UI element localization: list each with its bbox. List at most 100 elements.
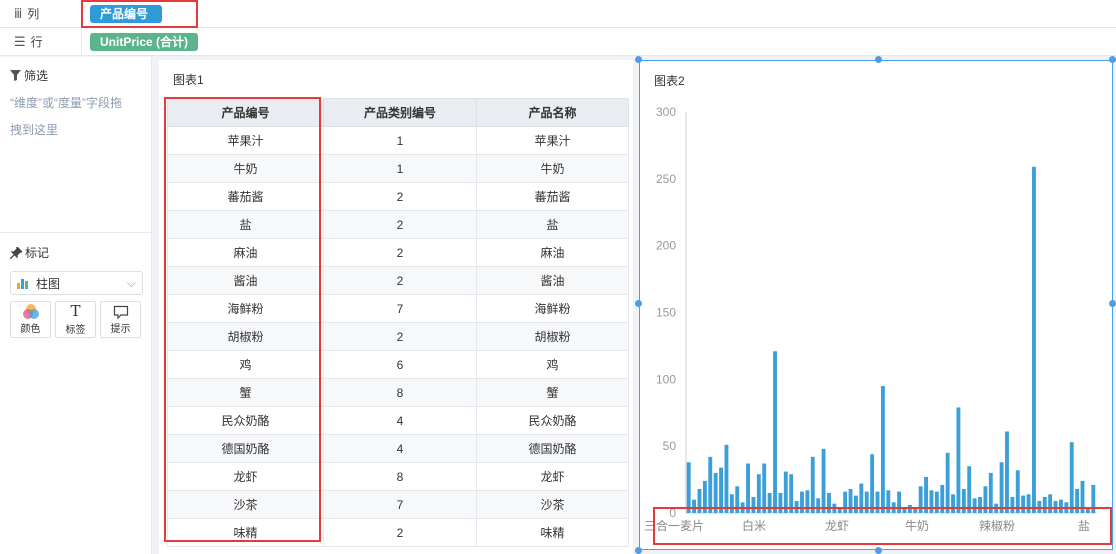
table-row: 民众奶酪 4 民众奶酪 [167, 406, 629, 435]
bar [929, 490, 934, 513]
cell-product-id: 鸡 [167, 350, 324, 379]
cell-product-name: 海鲜粉 [476, 294, 629, 323]
cell-product-name: 沙茶 [476, 490, 629, 519]
cell-category-id: 2 [323, 210, 477, 239]
rows-shelf-label: ☰ 行 [0, 28, 82, 55]
marks-section: 标记 柱图 ⌵ 颜色 T 标签 提示 [0, 240, 152, 338]
y-tick-label: 200 [656, 239, 676, 253]
bar [897, 491, 902, 513]
bar [988, 472, 993, 513]
cell-product-id: 蟹 [167, 378, 324, 407]
product-table: 产品编号 产品类别编号 产品名称 苹果汁 1 苹果汁 牛奶 1 牛奶 蕃茄酱 2 蕃茄酱盐 2 盐麻… [167, 98, 629, 547]
cell-category-id: 7 [323, 490, 477, 519]
app: { "shelves": { "columns": { "icon": "bar… [0, 0, 1116, 554]
cell-product-name: 蕃茄酱 [476, 182, 629, 211]
table-row: 龙虾 8 龙虾 [167, 462, 629, 491]
panel-divider [0, 232, 152, 233]
table-row: 蕃茄酱 2 蕃茄酱 [167, 182, 629, 211]
cell-category-id: 2 [323, 182, 477, 211]
bar [848, 488, 853, 513]
resize-handle-top-left[interactable] [635, 56, 642, 63]
resize-handle-bottom-left[interactable] [635, 547, 642, 554]
bar [789, 474, 794, 513]
filter-title: 筛选 [24, 69, 49, 83]
resize-handle-left[interactable] [635, 300, 642, 307]
bar [961, 488, 966, 513]
table-row: 苹果汁 1 苹果汁 [167, 126, 629, 155]
bar [886, 490, 891, 513]
x-tick-label: 辣椒粉 [979, 519, 1015, 533]
bar [1048, 494, 1053, 513]
bar [1021, 495, 1026, 513]
bar [994, 503, 999, 513]
bar [821, 448, 826, 513]
resize-handle-top-right[interactable] [1109, 56, 1116, 63]
cell-category-id: 2 [323, 322, 477, 351]
marks-title: 标记 [25, 246, 50, 260]
chart2-card[interactable]: 图表2 0 50 100 150 200 250 300 三合一麦片 白米 龙虾 牛奶 辣椒粉盐 [639, 60, 1113, 550]
table-row: 麻油 2 麻油 [167, 238, 629, 267]
bar [1069, 442, 1074, 513]
column-field-pill[interactable]: 产品编号 [90, 4, 162, 23]
label-button[interactable]: T 标签 [55, 301, 96, 338]
cell-product-name: 苹果汁 [476, 126, 629, 155]
bar [1080, 480, 1085, 513]
color-circles-icon [22, 304, 39, 319]
left-panel: 筛选 “维度”或“度量”字段拖拽到这里 标记 柱图 ⌵ 颜色 T 标签 提示 [0, 57, 152, 554]
cell-product-name: 胡椒粉 [476, 322, 629, 351]
cell-product-name: 德国奶酪 [476, 434, 629, 463]
cell-product-id: 海鲜粉 [167, 294, 324, 323]
bar-chart-icon [17, 279, 28, 289]
bar [692, 499, 697, 513]
row-field-pill[interactable]: UnitPrice (合计) [90, 32, 199, 51]
bar [702, 480, 707, 513]
bar [1075, 488, 1080, 513]
bar [945, 452, 950, 513]
tooltip-button[interactable]: 提示 [100, 301, 141, 338]
color-button[interactable]: 颜色 [10, 301, 51, 338]
bar [924, 476, 928, 513]
bar [778, 492, 783, 513]
bar [827, 492, 831, 513]
bar [767, 492, 772, 513]
text-T-icon: T [70, 302, 81, 320]
y-tick-label: 100 [656, 372, 676, 386]
bar [735, 486, 740, 513]
bar [870, 454, 875, 513]
cell-product-id: 盐 [167, 210, 324, 239]
cell-category-id: 8 [323, 378, 477, 407]
header-product-name[interactable]: 产品名称 [476, 98, 629, 127]
cell-product-name: 酱油 [476, 266, 629, 295]
cell-product-name: 盐 [476, 210, 629, 239]
header-product-id[interactable]: 产品编号 [167, 98, 324, 127]
chart-type-select[interactable]: 柱图 ⌵ [10, 271, 143, 295]
bar [746, 463, 750, 513]
resize-handle-right[interactable] [1109, 300, 1116, 307]
resize-handle-bottom[interactable] [875, 547, 882, 554]
y-tick-label: 150 [656, 306, 676, 320]
bar [1037, 500, 1042, 513]
bar [756, 474, 761, 513]
columns-shelf: ⅲ 列 产品编号 [0, 0, 1116, 28]
header-category-id[interactable]: 产品类别编号 [323, 98, 477, 127]
resize-handle-top[interactable] [875, 56, 882, 63]
bar [719, 467, 723, 513]
bar [956, 407, 961, 513]
bar [1053, 500, 1058, 513]
cell-product-id: 酱油 [167, 266, 324, 295]
cell-category-id: 2 [323, 238, 477, 267]
bar [773, 351, 777, 513]
filter-drop-hint[interactable]: “维度”或“度量”字段拖拽到这里 [0, 84, 140, 144]
y-tick-label: 250 [656, 172, 676, 186]
tooltip-icon [113, 305, 128, 319]
columns-shelf-label: ⅲ 列 [0, 0, 82, 27]
bar [940, 484, 945, 513]
cell-product-id: 胡椒粉 [167, 322, 324, 351]
cell-category-id: 6 [323, 350, 477, 379]
cell-category-id: 1 [323, 126, 477, 155]
chart-type-value: 柱图 [36, 276, 61, 291]
chart1-card[interactable]: 图表1 产品编号 产品类别编号 产品名称 苹果汁 1 苹果汁 牛奶 1 牛奶 蕃茄酱 2 蕃茄酱… [159, 60, 633, 554]
columns-label: 列 [27, 7, 40, 21]
bar [978, 496, 982, 513]
cell-category-id: 4 [323, 406, 477, 435]
